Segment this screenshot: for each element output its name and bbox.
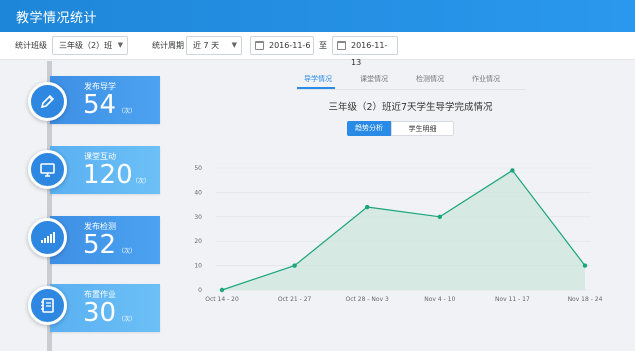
card-value: 52 (83, 230, 117, 260)
app-window: 教学情况统计 统计班级 三年级（2）班 ▼ 统计周期 近 7 天 ▼ 2016-… (0, 0, 635, 351)
data-point (437, 214, 442, 219)
class-select-value: 三年级（2）班 (59, 41, 113, 50)
x-tick-label: Oct 21 - 27 (278, 296, 312, 303)
filter-bar: 统计班级 三年级（2）班 ▼ 统计周期 近 7 天 ▼ 2016-11-6 至 … (0, 32, 635, 67)
data-point (582, 263, 588, 268)
end-date-input[interactable]: 2016-11-13 (332, 36, 398, 67)
start-date-value: 2016-11-6 (269, 41, 311, 50)
card-unit: （次） (118, 316, 137, 323)
y-tick-label: 10 (194, 263, 202, 270)
bar-chart-icon (28, 218, 67, 257)
card-unit: （次） (118, 248, 137, 255)
chevron-down-icon: ▼ (231, 41, 237, 49)
main-content: 导学情况 课堂情况 检测情况 作业情况 三年级（2）班近7天学生导学完成情况 趋… (186, 61, 635, 351)
card-unit: （次） (132, 178, 151, 185)
card-value: 30 (83, 298, 117, 328)
x-tick-label: Nov 18 - 24 (568, 296, 603, 303)
x-tick-label: Oct 28 - Nov 3 (346, 296, 390, 303)
period-label: 统计周期 (152, 41, 184, 50)
summary-panel: 发布导学 54 （次） 课堂互动 120 （次） 发布检测 52 （次） 布置作… (0, 61, 172, 351)
calendar-icon (337, 41, 346, 50)
data-point (510, 168, 515, 173)
data-point (219, 287, 225, 293)
app-title: 教学情况统计 (16, 11, 98, 26)
card-value: 120 (83, 160, 133, 190)
area-chart: 0 10 20 30 40 50 Oct 14 - 20 Oct 21 - 27 Oct 28 … (194, 165, 603, 303)
period-select[interactable]: 近 7 天 ▼ (186, 36, 242, 55)
class-select[interactable]: 三年级（2）班 ▼ (52, 36, 128, 55)
calendar-icon (255, 41, 264, 50)
monitor-icon (28, 150, 67, 189)
notebook-icon (28, 286, 67, 325)
y-tick-label: 0 (198, 287, 202, 294)
data-point (365, 204, 370, 210)
range-separator: 至 (319, 41, 327, 50)
period-select-value: 近 7 天 (193, 41, 220, 50)
y-tick-label: 20 (194, 238, 202, 245)
top-bar: 教学情况统计 (0, 0, 635, 32)
data-point (292, 263, 297, 268)
card-value: 54 (83, 90, 117, 120)
y-tick-label: 50 (194, 165, 202, 172)
chevron-down-icon: ▼ (117, 41, 123, 49)
y-tick-label: 30 (194, 214, 202, 221)
card-unit: （次） (118, 108, 137, 115)
class-label: 统计班级 (15, 41, 47, 50)
pencil-icon (28, 82, 67, 121)
x-tick-label: Oct 14 - 20 (205, 296, 239, 303)
x-tick-label: Nov 11 - 17 (495, 296, 530, 303)
start-date-input[interactable]: 2016-11-6 (250, 36, 314, 55)
y-tick-label: 40 (194, 189, 202, 196)
x-tick-label: Nov 4 - 10 (424, 296, 455, 303)
